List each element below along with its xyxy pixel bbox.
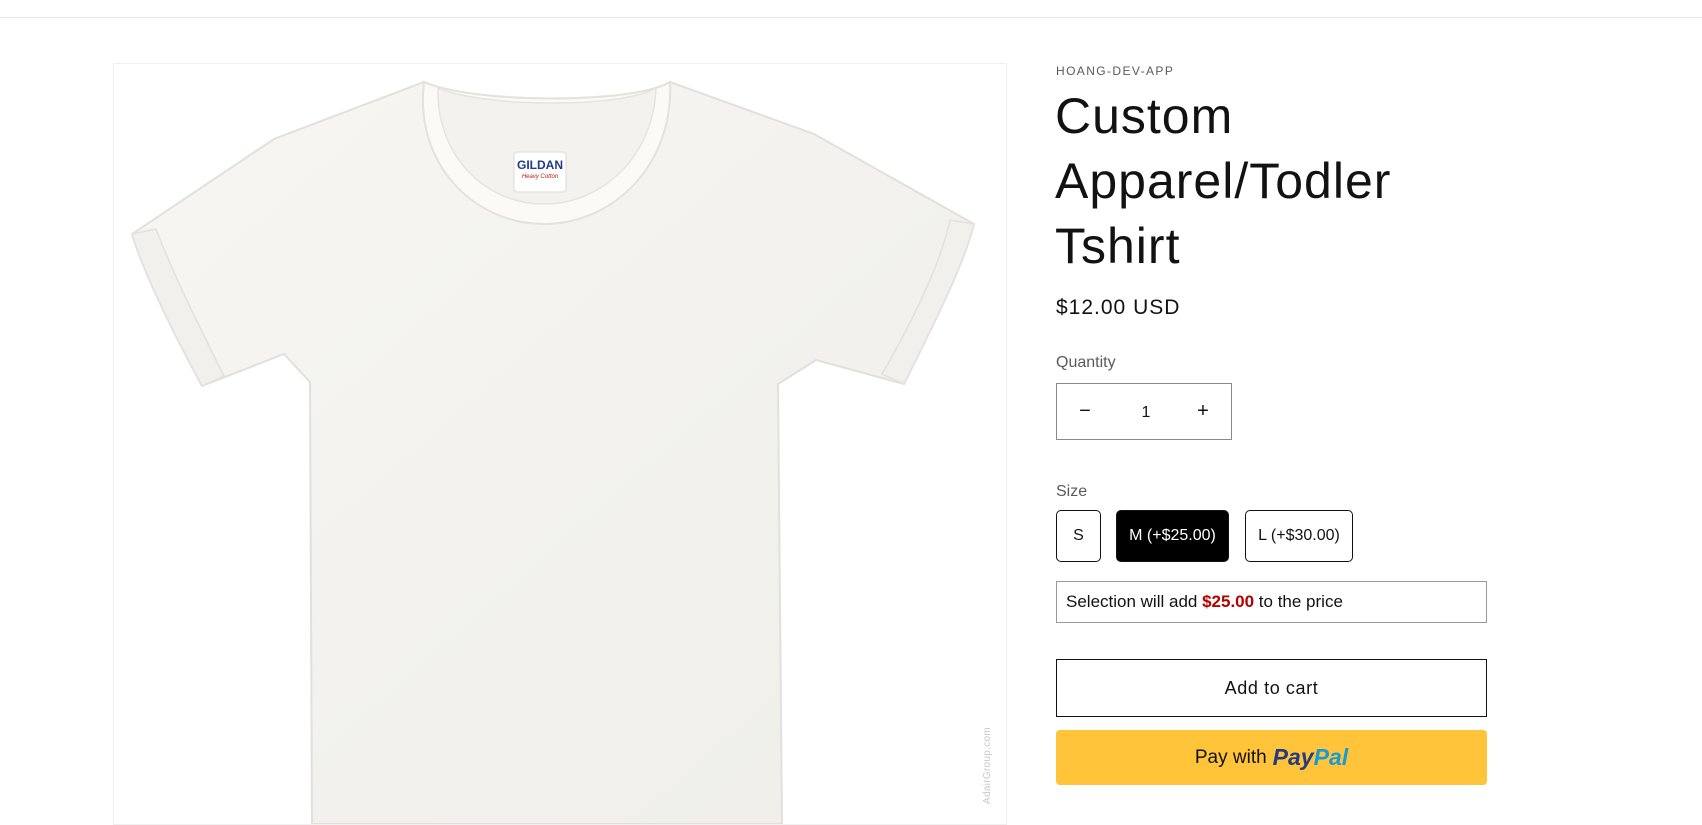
- quantity-label: Quantity: [1056, 354, 1116, 371]
- note-prefix: Selection will add: [1066, 592, 1203, 611]
- paypal-button[interactable]: Pay with PayPal: [1056, 730, 1487, 785]
- paypal-button-label: Pay with: [1194, 746, 1267, 768]
- shirt-brand-sublabel: Heavy Cotton: [521, 174, 559, 180]
- size-option-l[interactable]: L (+$30.00): [1245, 510, 1353, 562]
- add-to-cart-button[interactable]: Add to cart: [1056, 659, 1487, 717]
- size-option-s[interactable]: S: [1056, 510, 1101, 562]
- size-option-m[interactable]: M (+$25.00): [1116, 510, 1229, 562]
- quantity-input[interactable]: [1113, 384, 1179, 441]
- quantity-stepper: − +: [1056, 383, 1232, 441]
- minus-icon: −: [1079, 400, 1091, 422]
- note-amount: $25.00: [1202, 592, 1255, 611]
- size-label: Size: [1056, 483, 1088, 500]
- paypal-logo-part1: Pay: [1272, 744, 1314, 770]
- price-adjustment-note: Selection will add $25.00 to the price: [1056, 581, 1487, 623]
- increase-quantity-button[interactable]: +: [1175, 384, 1231, 439]
- paypal-logo-part2: Pal: [1313, 744, 1349, 770]
- product-image[interactable]: GILDAN Heavy Cotton: [113, 63, 1007, 825]
- plus-icon: +: [1197, 400, 1209, 422]
- shirt-brand-label: GILDAN: [517, 158, 563, 172]
- image-watermark: AdairGroup.com: [982, 726, 993, 804]
- paypal-logo: PayPal: [1273, 744, 1348, 771]
- product-title: Custom Apparel/Todler Tshirt: [1055, 88, 1392, 274]
- product-vendor: HOANG-DEV-APP: [1056, 64, 1175, 78]
- note-suffix: to the price: [1254, 592, 1343, 611]
- product-price: $12.00 USD: [1056, 296, 1181, 319]
- decrease-quantity-button[interactable]: −: [1057, 384, 1113, 439]
- header-divider: [0, 17, 1702, 18]
